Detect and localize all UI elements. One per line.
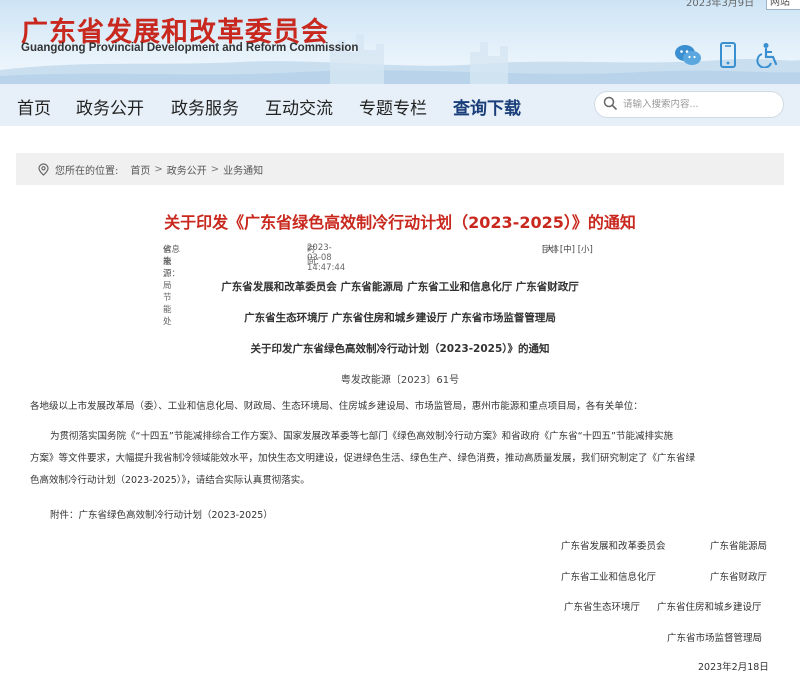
signatory: 广东省生态环境厅 bbox=[564, 602, 641, 613]
signatory: 广东省财政厅 bbox=[710, 572, 768, 583]
wechat-icon[interactable] bbox=[674, 41, 702, 69]
body-line-2: 方案》等文件要求，大幅提升我省制冷领域能效水平，加快生态文明建设，促进绿色生活、… bbox=[30, 453, 696, 464]
addressee: 各地级以上市发展改革局（委）、工业和信息化局、财政局、生态环境局、住房城乡建设局… bbox=[30, 401, 643, 412]
breadcrumb-separator: > bbox=[154, 163, 163, 175]
nav-item-gov-services[interactable]: 政务服务 bbox=[171, 94, 239, 119]
signatory: 广东省住房和城乡建设厅 bbox=[657, 602, 762, 613]
notice-title: 关于印发广东省绿色高效制冷行动计划（2023-2025）》的通知 bbox=[250, 343, 550, 355]
breadcrumb: 您所在的位置: 首页 > 政务公开 > 业务通知 bbox=[16, 153, 784, 185]
location-pin-icon bbox=[38, 162, 49, 176]
signatory: 广东省市场监督管理局 bbox=[667, 633, 763, 644]
issuers-line-2: 广东省生态环境厅 广东省住房和城乡建设厅 广东省市场监督管理局 bbox=[244, 312, 556, 324]
article-title: 关于印发《广东省绿色高效制冷行动计划（2023-2025）》的通知 bbox=[164, 213, 636, 232]
signatory: 广东省发展和改革委员会 bbox=[561, 541, 666, 552]
body-line-3: 色高效制冷行动计划（2023-2025）》，请结合实际认真贯彻落实。 bbox=[30, 475, 310, 486]
signatory: 广东省工业和信息化厅 bbox=[561, 572, 657, 583]
breadcrumb-separator: > bbox=[210, 163, 220, 175]
issue-date: 2023年2月18日 bbox=[698, 662, 769, 673]
nav-item-gov-affairs[interactable]: 政务公开 bbox=[76, 94, 144, 119]
nav-item-query-download[interactable]: 查询下载 bbox=[453, 94, 521, 119]
accessibility-icon[interactable] bbox=[754, 41, 782, 69]
site-banner: 广东省发展和改革委员会 Guangdong Provincial Develop… bbox=[0, 0, 800, 84]
font-size-switcher: 字体： [大] [中] [小] bbox=[542, 243, 593, 255]
breadcrumb-home[interactable]: 首页 bbox=[130, 162, 150, 177]
signatory: 广东省能源局 bbox=[710, 541, 768, 552]
issuers-line-1: 广东省发展和改革委员会 广东省能源局 广东省工业和信息化厅 广东省财政厅 bbox=[221, 281, 579, 293]
attachment-line[interactable]: 附件：广东省绿色高效制冷行动计划（2023-2025） bbox=[50, 505, 273, 527]
body-line-1: 为贯彻落实国务院《“十四五”节能减排综合工作方案》、国家发展改革委等七部门《绿色… bbox=[50, 431, 673, 442]
font-size-small[interactable]: [小] bbox=[578, 245, 593, 255]
breadcrumb-prefix: 您所在的位置: bbox=[55, 165, 119, 177]
site-title-en: Guangdong Provincial Development and Ref… bbox=[21, 42, 359, 54]
font-size-label: 字体： bbox=[542, 245, 568, 255]
breadcrumb-gov-affairs[interactable]: 政务公开 bbox=[167, 162, 207, 177]
mobile-icon[interactable] bbox=[714, 41, 742, 69]
search-box[interactable] bbox=[594, 91, 784, 118]
nav-item-interaction[interactable]: 互动交流 bbox=[265, 94, 333, 119]
document-number: 粤发改能源〔2023〕61号 bbox=[340, 375, 460, 386]
header-date: 2023年3月9日 bbox=[686, 0, 755, 9]
header-link[interactable]: 网站 bbox=[766, 0, 800, 10]
search-input[interactable] bbox=[623, 99, 763, 110]
meta-time-value: 2023-03-08 14:47:44 bbox=[307, 243, 346, 273]
header-icons bbox=[674, 40, 782, 70]
article-meta: 信息来源： 省能源局节能处 时间： 2023-03-08 14:47:44 字体： … bbox=[0, 243, 800, 327]
nav-item-special-topics[interactable]: 专题专栏 bbox=[359, 94, 427, 119]
nav-item-home[interactable]: 首页 bbox=[17, 94, 51, 119]
breadcrumb-business-notice[interactable]: 业务通知 bbox=[223, 162, 263, 177]
search-icon[interactable] bbox=[603, 95, 617, 114]
